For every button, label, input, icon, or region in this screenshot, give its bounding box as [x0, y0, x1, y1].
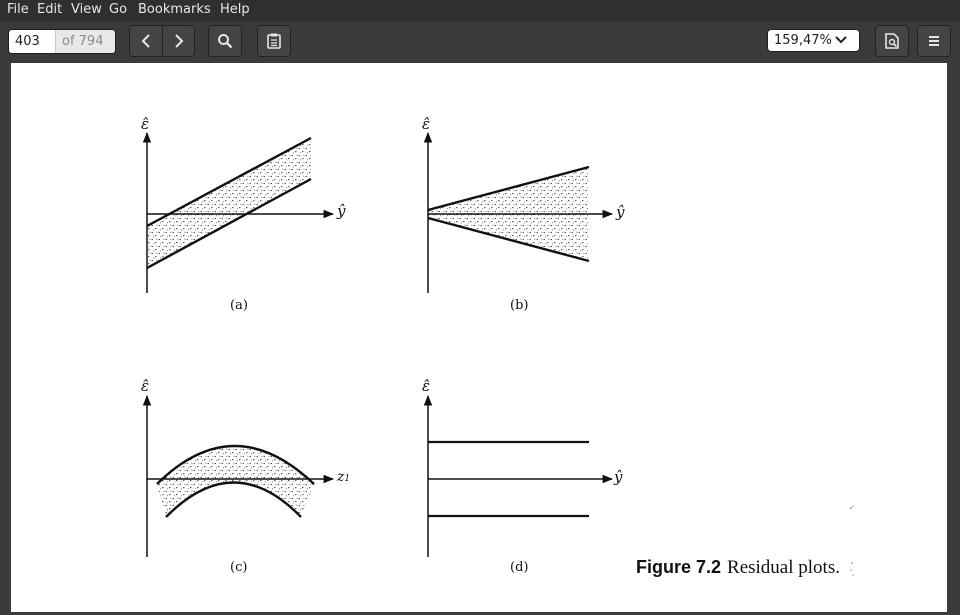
- zoom-level: 159,47%: [774, 33, 832, 48]
- document-search-icon: [885, 33, 899, 49]
- caption-c: (c): [230, 560, 248, 575]
- page-count-label: of 794: [55, 30, 115, 53]
- next-page-button[interactable]: [162, 25, 195, 57]
- menu-help[interactable]: Help: [220, 2, 250, 17]
- menu-view[interactable]: View: [71, 2, 102, 17]
- plot-c: [142, 394, 335, 557]
- plot-a: [142, 131, 335, 293]
- plot-d-x-label: ŷ: [614, 468, 623, 486]
- menu-file[interactable]: File: [7, 2, 29, 17]
- plot-b-x-label: ŷ: [616, 203, 625, 221]
- plot-c-y-label: ε̂: [141, 377, 150, 395]
- plot-c-x-label: z1: [337, 469, 350, 485]
- menu-bookmarks[interactable]: Bookmarks: [138, 2, 211, 17]
- document-properties-button[interactable]: [875, 25, 909, 57]
- plot-a-x-label: ŷ: [337, 202, 346, 220]
- plot-b-y-label: ε̂: [422, 115, 431, 133]
- figure-title: Residual plots.: [727, 557, 840, 578]
- caption-d: (d): [510, 560, 529, 575]
- scan-marks: [850, 505, 854, 576]
- plot-a-y-label: ε̂: [141, 115, 150, 133]
- hamburger-menu-icon: [929, 36, 939, 46]
- zoom-select[interactable]: 159,47%: [767, 29, 860, 52]
- toolbar: of 794 159,47%: [0, 21, 960, 64]
- plot-c-x-label-subscript: 1: [344, 474, 351, 484]
- previous-page-button[interactable]: [129, 25, 163, 57]
- plot-a-band: [147, 138, 311, 268]
- search-icon: [218, 34, 233, 49]
- plot-d: [423, 394, 614, 557]
- figure-caption: Figure 7.2 Residual plots.: [636, 557, 840, 579]
- document-view[interactable]: ε̂ ŷ ε̂ ŷ ε̂ z1 ε̂ ŷ (a) (b) (c) (d) Fig…: [0, 63, 960, 615]
- menu-edit[interactable]: Edit: [37, 2, 62, 17]
- figure-number: Figure 7.2: [636, 557, 722, 577]
- clipboard-icon: [267, 33, 281, 49]
- page-number-input[interactable]: [9, 30, 53, 53]
- pdf-page: ε̂ ŷ ε̂ ŷ ε̂ z1 ε̂ ŷ (a) (b) (c) (d) Fig…: [11, 63, 947, 612]
- chevron-right-icon: [174, 34, 183, 48]
- plot-d-y-label: ε̂: [422, 377, 431, 395]
- caption-a: (a): [230, 298, 248, 313]
- plot-b: [423, 131, 614, 293]
- page-selector: of 794: [8, 29, 116, 54]
- annotations-button[interactable]: [257, 25, 291, 57]
- main-menu-button[interactable]: [917, 25, 951, 57]
- chevron-left-icon: [141, 34, 150, 48]
- menu-bar: File Edit View Go Bookmarks Help: [0, 0, 960, 21]
- search-button[interactable]: [208, 25, 242, 57]
- residual-plots-figure: [142, 131, 854, 576]
- caption-b: (b): [510, 298, 529, 313]
- chevron-down-icon: [835, 36, 847, 44]
- menu-go[interactable]: Go: [109, 2, 127, 17]
